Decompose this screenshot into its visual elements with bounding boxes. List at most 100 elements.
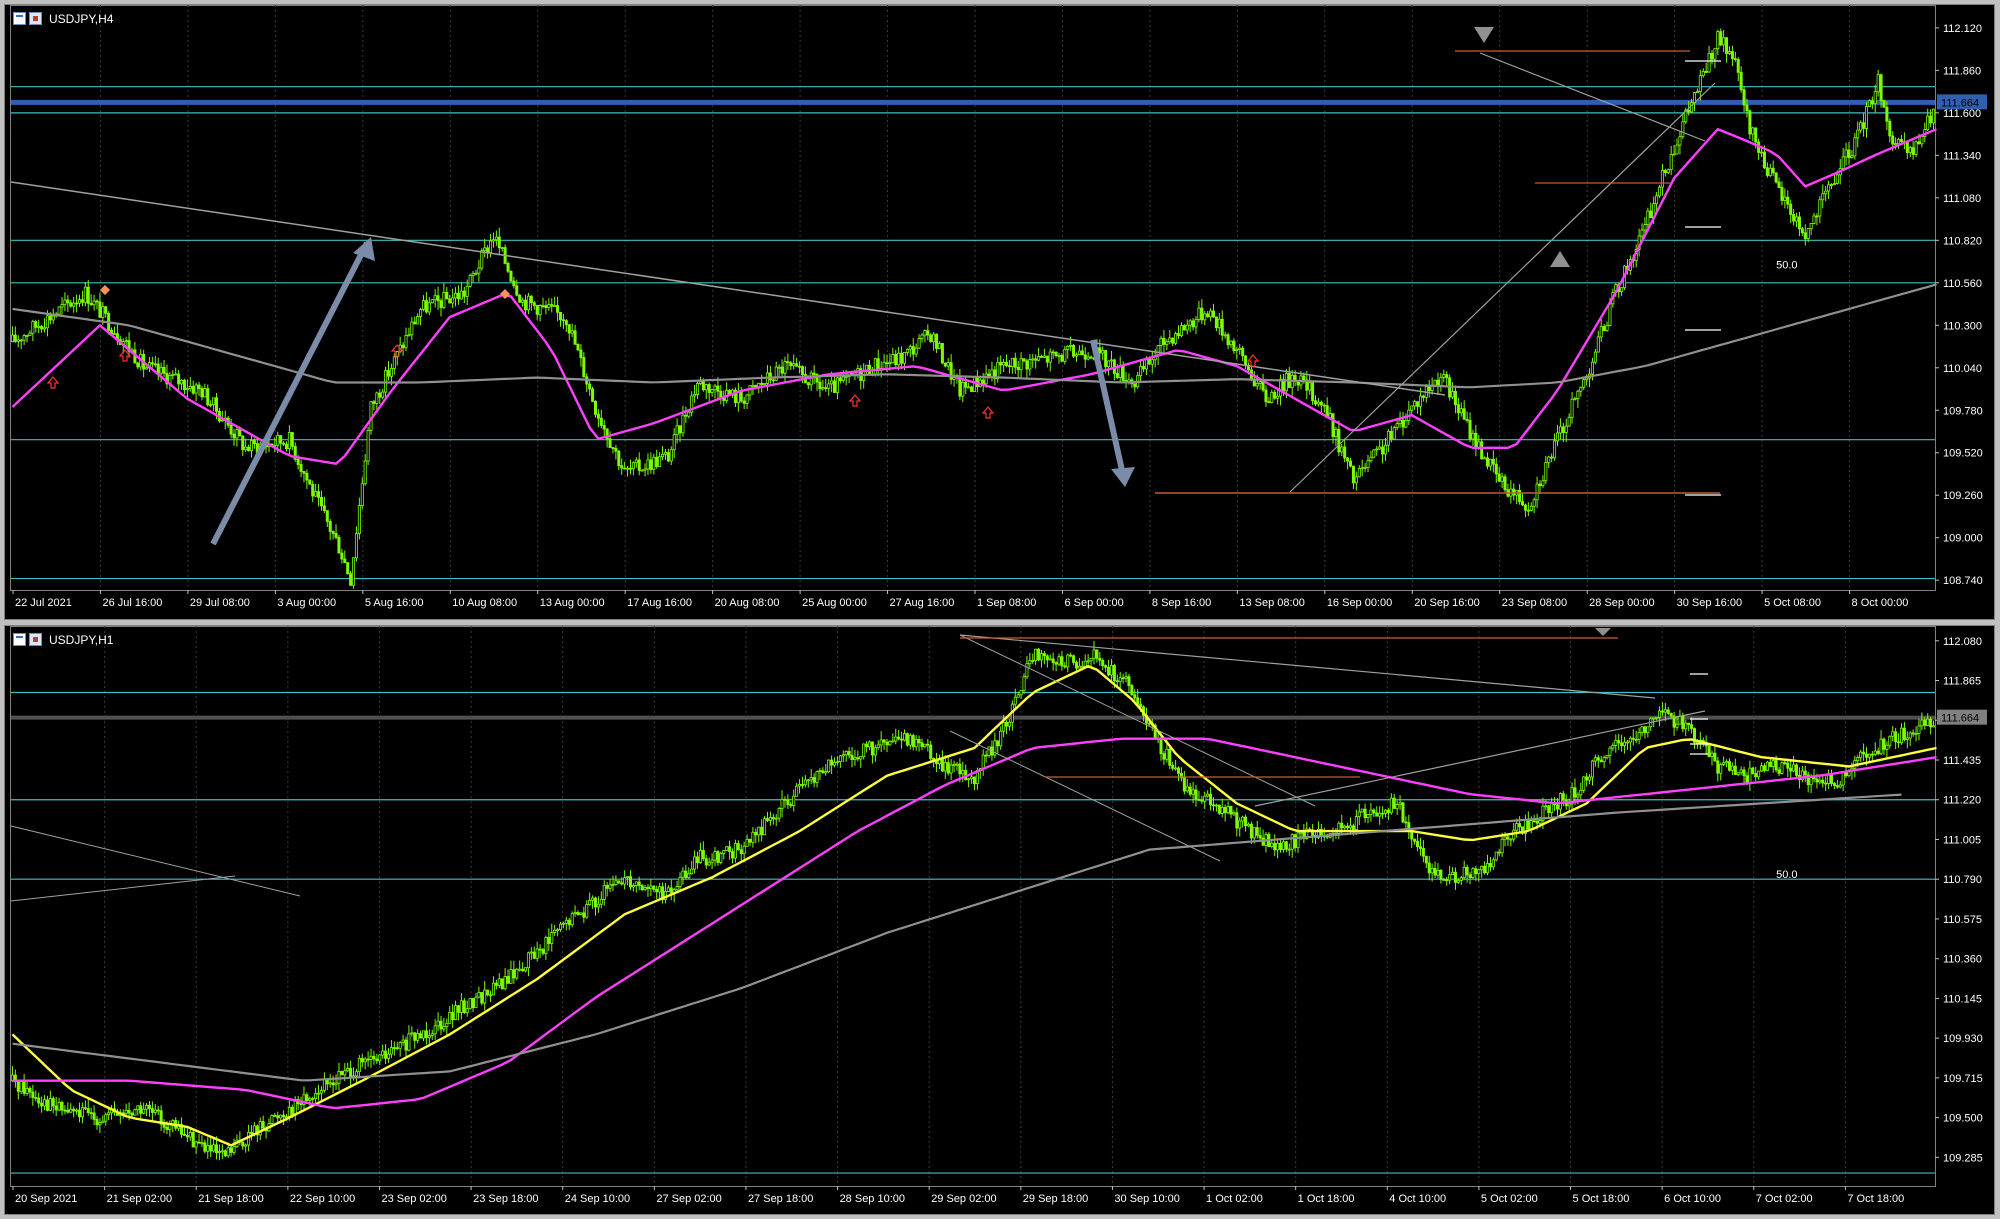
candle-body — [156, 1109, 160, 1112]
candle-body — [1593, 351, 1597, 363]
candle-body — [421, 300, 426, 310]
candle-body — [1144, 358, 1148, 370]
candle-body — [1453, 391, 1457, 406]
price-chart-h1[interactable]: 20 Sep 2021 21 Sep 02:00 21 Sep 18:00 22 Se… — [5, 626, 1995, 1215]
candle-body — [378, 1054, 382, 1062]
candle-body — [1013, 357, 1017, 368]
candle-body — [1640, 726, 1644, 733]
candle-body — [51, 1098, 55, 1107]
price-axis-label: 109.930 — [1943, 1033, 1983, 1045]
candle-body — [1477, 869, 1481, 875]
candle-body — [34, 1097, 38, 1099]
candle-body — [579, 912, 583, 915]
candle-body — [923, 743, 927, 748]
candle-body — [343, 1070, 347, 1076]
candle-body — [634, 459, 638, 464]
candle-body — [1045, 655, 1049, 661]
candle-body — [526, 952, 530, 969]
candle-body — [182, 379, 186, 391]
candle-body — [433, 1025, 437, 1035]
candle-body — [1445, 879, 1449, 881]
candle-body — [1007, 365, 1011, 368]
candle-body — [558, 923, 563, 931]
candle-body — [935, 761, 939, 765]
candle-body — [421, 1030, 426, 1039]
candle-body — [156, 363, 160, 374]
candle-body — [733, 843, 737, 859]
candle-body — [1713, 752, 1717, 762]
candle-body — [1060, 656, 1064, 667]
candle-body — [1888, 735, 1892, 746]
candle-body — [550, 304, 554, 307]
candle-body — [739, 391, 743, 402]
candle-body — [1695, 91, 1699, 94]
candle-body — [1311, 382, 1315, 402]
candle-body — [1296, 832, 1300, 849]
candle-body — [850, 754, 854, 760]
candle-body — [308, 479, 312, 485]
candle-body — [736, 391, 740, 403]
candle-body — [1127, 676, 1131, 686]
candle-body — [462, 1000, 466, 1013]
candle-body — [311, 1098, 315, 1100]
chart-window-usdjpy-h4[interactable]: USDJPY,H4 22 Jul 2021 26 Jul 16:00 29 Jul … — [4, 4, 1995, 620]
candle-body — [1873, 750, 1877, 755]
candle-body — [1162, 753, 1166, 760]
candle-body — [847, 751, 851, 756]
candle-body — [1719, 31, 1723, 46]
candle-body — [1433, 379, 1437, 386]
candle-body — [865, 743, 869, 748]
candle-body — [1381, 446, 1385, 455]
candle-body — [518, 294, 522, 303]
candle-body — [558, 311, 563, 321]
candle-body — [407, 1033, 411, 1051]
candle-body — [1226, 806, 1230, 814]
candle-body — [1290, 834, 1294, 850]
candle-body — [509, 969, 513, 984]
candle-body — [1585, 377, 1589, 381]
candle-body — [1646, 726, 1650, 734]
candle-body — [197, 1141, 201, 1144]
candle-body — [1340, 822, 1344, 829]
candle-body — [1124, 676, 1128, 679]
candle-body — [1762, 151, 1766, 169]
candle-body — [1424, 855, 1428, 864]
candle-body — [66, 1109, 70, 1113]
candle-body — [780, 798, 784, 809]
candle-body — [1850, 155, 1854, 158]
candle-body — [25, 335, 29, 337]
moving-average-magenta — [12, 737, 1937, 1110]
candle-body — [1185, 324, 1189, 331]
candle-body — [1206, 313, 1210, 318]
candle-body — [1349, 460, 1353, 467]
candle-body — [1386, 430, 1390, 446]
candle-body — [241, 1141, 245, 1147]
candle-body — [1870, 100, 1874, 105]
time-axis-label: 6 Oct 10:00 — [1664, 1193, 1721, 1205]
candle-body — [194, 384, 198, 394]
candle-body — [1147, 722, 1151, 725]
price-chart-h4[interactable]: 22 Jul 2021 26 Jul 16:00 29 Jul 08:00 3 Aug… — [5, 5, 1995, 620]
candle-body — [844, 751, 848, 756]
candle-body — [1439, 377, 1443, 386]
candle-body — [1908, 147, 1912, 153]
candle-body — [1360, 808, 1364, 813]
candle-body — [40, 326, 44, 330]
candle-body — [1395, 423, 1399, 428]
chart-window-usdjpy-h1[interactable]: USDJPY,H1 20 Sep 2021 21 Sep 02:00 21 Sep … — [4, 625, 1995, 1215]
candle-body — [1471, 868, 1475, 878]
candle-body — [398, 1042, 402, 1049]
candle-body — [159, 366, 163, 374]
candle-body — [60, 304, 64, 308]
candle-body — [824, 771, 828, 774]
candle-body — [696, 856, 700, 863]
moving-average-gray — [12, 793, 1902, 1082]
terminal-workspace: USDJPY,H4 22 Jul 2021 26 Jul 16:00 29 Jul … — [0, 0, 2000, 1219]
candle-body — [1710, 53, 1714, 60]
candle-body — [22, 1080, 26, 1094]
candle-body — [1273, 842, 1277, 851]
candle-body — [1541, 480, 1545, 487]
candle-body — [80, 1107, 84, 1118]
candle-body — [182, 1133, 186, 1136]
candle-body — [354, 533, 358, 559]
